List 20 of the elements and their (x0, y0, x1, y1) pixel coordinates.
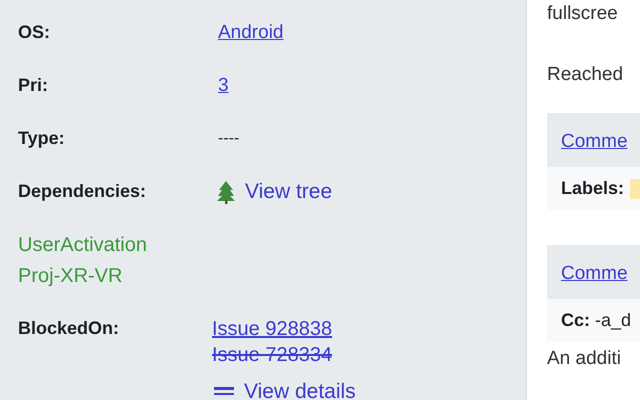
comment-text: An additi (547, 348, 622, 370)
field-link[interactable]: 3 (218, 74, 229, 96)
field-label: OS: (18, 22, 52, 43)
issue-link[interactable]: Issue 928838 (212, 318, 356, 341)
description-text: Reached (547, 64, 624, 86)
amendment-text: Cc: -a_d (561, 310, 632, 331)
field-label: Dependencies: (18, 181, 148, 202)
tree-icon (215, 180, 237, 204)
view-details-link[interactable]: View details (244, 380, 356, 400)
amendment-text: Labels: (561, 178, 624, 199)
field-label: Type: (18, 128, 66, 149)
comment-link[interactable]: Comme (561, 131, 628, 152)
field-label: Pri: (18, 75, 50, 96)
field-link[interactable]: Android (218, 22, 284, 44)
field-label: BlockedOn: (18, 318, 120, 339)
description-text: fullscree (547, 3, 619, 25)
view-tree-link[interactable]: View tree (245, 180, 332, 204)
field-value: ---- (218, 130, 240, 148)
issue-link[interactable]: Issue 728334 (212, 344, 356, 367)
comment-link[interactable]: Comme (561, 263, 628, 284)
